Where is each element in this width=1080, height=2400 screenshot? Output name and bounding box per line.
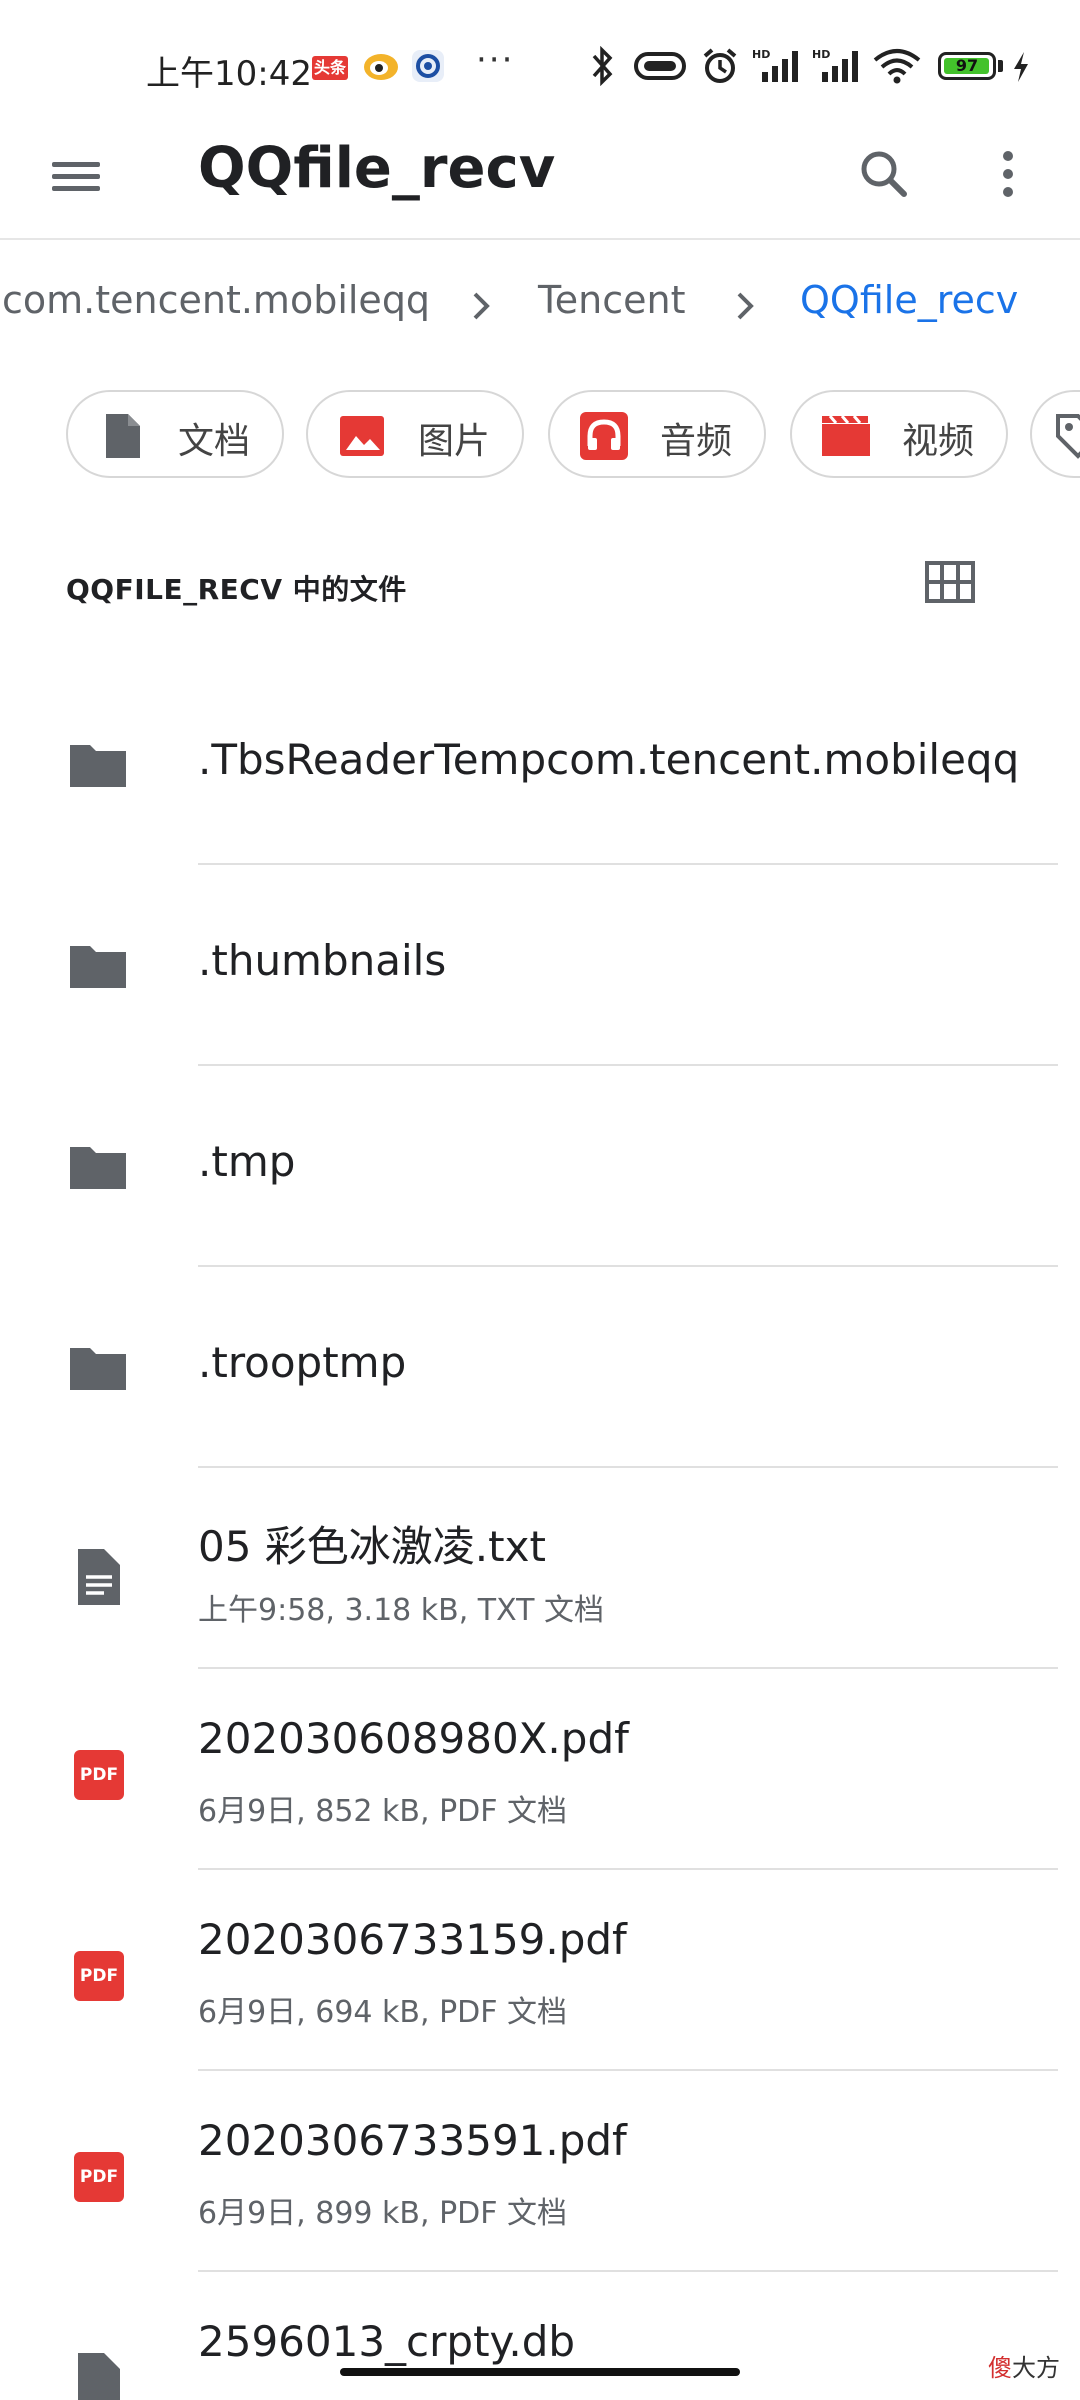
app-notification-icon <box>412 50 444 82</box>
category-chips: 文档 图片 音频 视频 <box>0 390 1080 482</box>
svg-text:HD: HD <box>752 48 770 61</box>
breadcrumb-item-current[interactable]: QQfile_recv <box>800 278 1018 322</box>
divider <box>198 1466 1058 1468</box>
menu-icon <box>52 162 100 167</box>
list-item[interactable]: .tmp <box>0 1067 1080 1267</box>
file-name: .trooptmp <box>198 1338 407 1387</box>
list-item[interactable]: PDF 202030608980X.pdf 6月9日, 852 kB, PDF … <box>0 1670 1080 1870</box>
alarm-icon <box>703 48 737 83</box>
list-item[interactable]: 2596013_crpty.db <box>0 2273 1080 2400</box>
battery-level: 97 <box>955 56 979 75</box>
chip-label: 音频 <box>660 421 733 462</box>
chevron-right-icon <box>473 292 490 320</box>
search-button[interactable] <box>852 142 916 206</box>
file-name: .TbsReaderTempcom.tencent.mobileqq <box>198 735 1020 784</box>
divider <box>198 2069 1058 2071</box>
grid-view-icon <box>925 561 975 603</box>
chip-images[interactable]: 图片 <box>306 390 524 478</box>
text-file-icon <box>78 1549 120 1605</box>
list-item[interactable]: PDF 2020306733159.pdf 6月9日, 694 kB, PDF … <box>0 1871 1080 2071</box>
chip-audio[interactable]: 音频 <box>548 390 766 478</box>
signal-icon-2: HD <box>812 48 858 82</box>
pdf-icon: PDF <box>74 1951 124 2001</box>
pdf-icon: PDF <box>74 2152 124 2202</box>
watermark-text: 大方 <box>1012 2354 1060 2382</box>
chip-video[interactable]: 视频 <box>790 390 1008 478</box>
file-name: 2020306733159.pdf <box>198 1915 627 1964</box>
chip-more[interactable] <box>1030 390 1080 478</box>
status-time: 上午10:42 <box>146 54 312 94</box>
more-notifications-icon: ··· <box>476 40 515 80</box>
search-icon <box>861 151 907 197</box>
folder-icon <box>70 1348 126 1390</box>
folder-icon <box>70 745 126 787</box>
divider <box>198 1868 1058 1870</box>
vibrate-icon <box>634 52 686 80</box>
svg-text:HD: HD <box>812 48 830 61</box>
divider <box>198 1667 1058 1669</box>
divider <box>198 1265 1058 1267</box>
list-item[interactable]: .trooptmp <box>0 1268 1080 1468</box>
breadcrumb-item-mobileqq[interactable]: com.tencent.mobileqq <box>2 278 430 322</box>
video-icon <box>822 415 870 456</box>
file-meta: 上午9:58, 3.18 kB, TXT 文档 <box>198 1593 605 1628</box>
folder-icon <box>70 1147 126 1189</box>
app-bar: QQfile_recv <box>0 118 1080 240</box>
home-indicator[interactable] <box>340 2368 740 2376</box>
list-item[interactable]: .TbsReaderTempcom.tencent.mobileqq <box>0 665 1080 865</box>
signal-icon-1: HD <box>752 48 798 82</box>
file-meta: 6月9日, 694 kB, PDF 文档 <box>198 1995 568 2030</box>
file-meta: 6月9日, 899 kB, PDF 文档 <box>198 2196 568 2231</box>
list-item[interactable]: 05 彩色冰激凌.txt 上午9:58, 3.18 kB, TXT 文档 <box>0 1469 1080 1669</box>
menu-icon-bar <box>52 186 100 191</box>
weibo-icon <box>364 54 398 80</box>
toutiao-icon: 头条 <box>312 56 348 80</box>
grid-view-button[interactable] <box>924 560 976 604</box>
breadcrumb: com.tencent.mobileqq Tencent QQfile_recv <box>0 270 1080 340</box>
chip-documents[interactable]: 文档 <box>66 390 284 478</box>
watermark: 傻大方 <box>988 2348 1060 2383</box>
file-name: .thumbnails <box>198 936 447 985</box>
chip-label: 图片 <box>418 421 491 462</box>
headphones-icon <box>580 412 628 460</box>
tag-icon <box>1056 414 1080 459</box>
list-item[interactable]: PDF 2020306733591.pdf 6月9日, 899 kB, PDF … <box>0 2072 1080 2272</box>
breadcrumb-item-tencent[interactable]: Tencent <box>538 278 685 322</box>
file-name: 2596013_crpty.db <box>198 2317 576 2366</box>
more-vert-icon <box>1003 151 1013 197</box>
chip-label: 文档 <box>178 421 251 462</box>
divider <box>198 2270 1058 2272</box>
file-icon <box>78 2353 120 2400</box>
section-title: QQFILE_RECV 中的文件 <box>66 573 407 606</box>
charging-icon <box>1014 52 1028 82</box>
divider <box>198 863 1058 865</box>
battery-icon: 97 <box>938 52 996 80</box>
file-meta: 6月9日, 852 kB, PDF 文档 <box>198 1794 568 1829</box>
menu-button[interactable] <box>46 146 106 206</box>
list-item[interactable]: .thumbnails <box>0 866 1080 1066</box>
more-options-button[interactable] <box>976 142 1040 206</box>
watermark-red: 傻 <box>988 2354 1012 2382</box>
file-name: 202030608980X.pdf <box>198 1714 629 1763</box>
status-bar: 上午10:42 头条 ··· HD HD 97 <box>0 0 1080 135</box>
chip-label: 视频 <box>902 421 975 462</box>
page-title: QQfile_recv <box>198 136 556 201</box>
divider <box>198 1064 1058 1066</box>
file-name: 05 彩色冰激凌.txt <box>198 1522 546 1571</box>
chevron-right-icon <box>737 292 754 320</box>
file-name: 2020306733591.pdf <box>198 2116 627 2165</box>
file-name: .tmp <box>198 1137 296 1186</box>
pdf-icon: PDF <box>74 1750 124 1800</box>
wifi-icon <box>873 49 921 84</box>
bluetooth-icon <box>592 46 613 86</box>
menu-icon-bar <box>52 174 100 179</box>
battery-tip <box>998 60 1003 72</box>
image-icon <box>340 416 384 456</box>
document-icon <box>106 414 140 458</box>
folder-icon <box>70 946 126 988</box>
